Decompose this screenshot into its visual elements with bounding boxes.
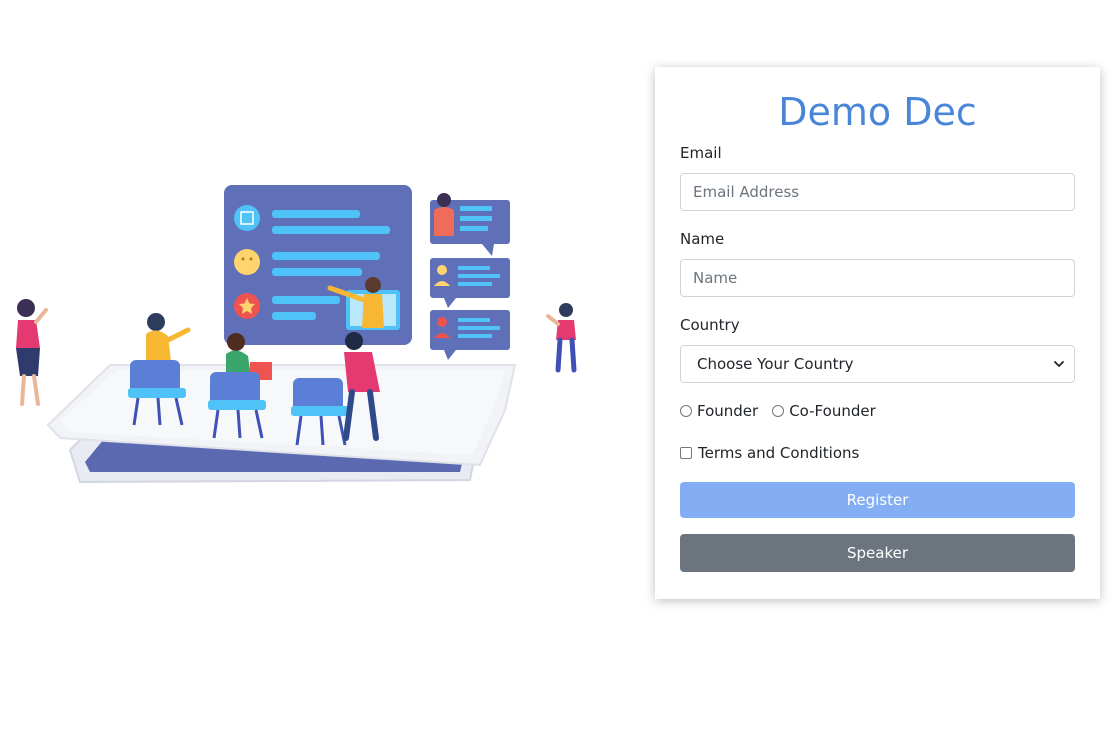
founder-radio-label[interactable]: Founder bbox=[697, 402, 758, 420]
smiley-icon bbox=[234, 249, 260, 275]
country-select[interactable]: Choose Your Country bbox=[680, 345, 1075, 383]
name-field[interactable] bbox=[680, 259, 1075, 297]
co-founder-radio-label[interactable]: Co-Founder bbox=[789, 402, 876, 420]
right-standing-figure bbox=[546, 303, 577, 373]
role-radio-group: Founder Co-Founder bbox=[680, 401, 1075, 421]
registration-card: Demo Dec Email Name Country Choose Your … bbox=[655, 67, 1100, 599]
conference-illustration bbox=[16, 185, 577, 484]
left-standing-figure bbox=[16, 299, 48, 406]
presentation-board bbox=[224, 185, 412, 345]
country-label: Country bbox=[680, 316, 740, 334]
terms-row: Terms and Conditions bbox=[680, 443, 1075, 463]
form-title: Demo Dec bbox=[778, 90, 977, 134]
email-label: Email bbox=[680, 144, 722, 162]
register-button[interactable]: Register bbox=[680, 482, 1075, 518]
terms-checkbox[interactable] bbox=[680, 447, 692, 459]
email-field[interactable] bbox=[680, 173, 1075, 211]
founder-radio[interactable] bbox=[680, 405, 692, 417]
chevron-down-icon bbox=[1054, 361, 1064, 367]
name-label: Name bbox=[680, 230, 725, 248]
co-founder-radio[interactable] bbox=[772, 405, 785, 417]
speaker-button[interactable]: Speaker bbox=[680, 534, 1075, 572]
chat-bubbles bbox=[430, 193, 510, 360]
country-select-value: Choose Your Country bbox=[697, 355, 854, 373]
page: Demo Dec Email Name Country Choose Your … bbox=[0, 0, 1112, 739]
terms-label[interactable]: Terms and Conditions bbox=[698, 444, 859, 462]
user-icon bbox=[437, 265, 447, 275]
